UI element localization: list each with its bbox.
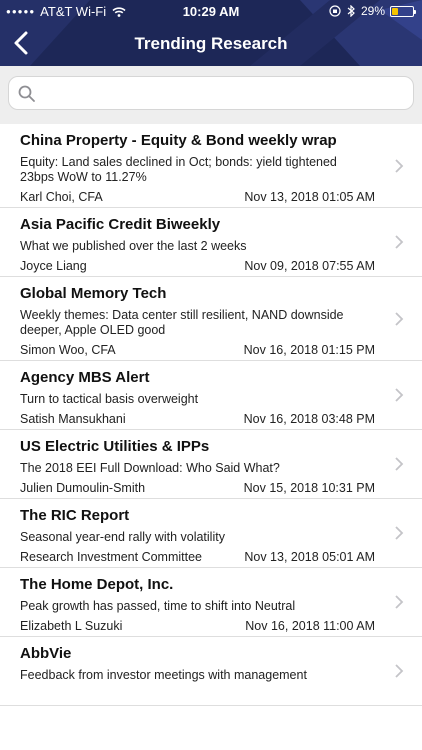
search-bar — [0, 66, 422, 124]
item-date: Nov 09, 2018 07:55 AM — [244, 259, 375, 273]
item-meta: Karl Choi, CFA Nov 13, 2018 01:05 AM — [20, 190, 422, 207]
item-author: Julien Dumoulin-Smith — [20, 481, 146, 495]
item-meta — [20, 688, 422, 705]
list-item[interactable]: AbbVie Feedback from investor meetings wi… — [0, 637, 422, 706]
item-title: Global Memory Tech — [20, 285, 167, 302]
orientation-lock-icon — [329, 5, 341, 17]
list-item[interactable]: Asia Pacific Credit Biweekly What we publ… — [0, 208, 422, 277]
chevron-right-icon — [395, 457, 404, 471]
item-title: Agency MBS Alert — [20, 369, 150, 386]
item-date: Nov 16, 2018 03:48 PM — [243, 412, 375, 426]
item-title: AbbVie — [20, 645, 72, 662]
item-author: Research Investment Committee — [20, 550, 203, 564]
item-description: Weekly themes: Data center still resilie… — [20, 308, 344, 337]
item-description: Seasonal year-end rally with volatility — [20, 530, 225, 544]
research-list: China Property - Equity & Bond weekly wr… — [0, 124, 422, 706]
header: ●●●●● AT&T Wi-Fi 10:29 AM 29% Trending R… — [0, 0, 422, 66]
list-item[interactable]: Agency MBS Alert Turn to tactical basis o… — [0, 361, 422, 430]
item-title: The RIC Report — [20, 507, 130, 524]
item-meta: Joyce Liang Nov 09, 2018 07:55 AM — [20, 259, 422, 276]
item-meta: Julien Dumoulin-Smith Nov 15, 2018 10:31 … — [20, 481, 422, 498]
item-author: Elizabeth L Suzuki — [20, 619, 123, 633]
list-item[interactable]: China Property - Equity & Bond weekly wr… — [0, 124, 422, 208]
battery-level — [392, 7, 398, 15]
item-description: Feedback from investor meetings with man… — [20, 668, 307, 682]
bluetooth-icon — [347, 5, 355, 17]
item-meta: Research Investment Committee Nov 13, 201… — [20, 550, 422, 567]
status-bar: ●●●●● AT&T Wi-Fi 10:29 AM 29% — [0, 0, 422, 22]
item-date: Nov 16, 2018 11:00 AM — [245, 619, 375, 633]
item-author: Karl Choi, CFA — [20, 190, 103, 204]
item-date: Nov 15, 2018 10:31 PM — [243, 481, 375, 495]
item-title: US Electric Utilities & IPPs — [20, 438, 210, 455]
item-description: Equity: Land sales declined in Oct; bond… — [20, 155, 337, 184]
item-description: Turn to tactical basis overweight — [20, 392, 199, 406]
item-description: The 2018 EEI Full Download: Who Said Wha… — [20, 461, 280, 475]
item-description: Peak growth has passed, time to shift in… — [20, 599, 296, 613]
search-field[interactable] — [8, 76, 414, 111]
list-item[interactable]: US Electric Utilities & IPPs The 2018 EEI… — [0, 430, 422, 499]
search-input[interactable] — [43, 77, 403, 111]
chevron-right-icon — [395, 388, 404, 402]
item-meta: Elizabeth L Suzuki Nov 16, 2018 11:00 AM — [20, 619, 422, 636]
item-author: Satish Mansukhani — [20, 412, 126, 426]
item-author: Joyce Liang — [20, 259, 87, 273]
item-description: What we published over the last 2 weeks — [20, 239, 247, 253]
chevron-right-icon — [395, 526, 404, 540]
item-title: The Home Depot, Inc. — [20, 576, 174, 593]
search-icon — [18, 85, 35, 102]
item-meta: Satish Mansukhani Nov 16, 2018 03:48 PM — [20, 412, 422, 429]
battery-icon — [390, 5, 416, 17]
item-date: Nov 13, 2018 05:01 AM — [244, 550, 375, 564]
item-date: Nov 16, 2018 01:15 PM — [243, 343, 375, 357]
chevron-right-icon — [395, 158, 404, 173]
navigation-bar: Trending Research — [0, 22, 422, 66]
chevron-right-icon — [395, 664, 404, 678]
item-title: Asia Pacific Credit Biweekly — [20, 216, 221, 233]
chevron-right-icon — [395, 595, 404, 609]
item-title: China Property - Equity & Bond weekly wr… — [20, 132, 337, 149]
item-author: Simon Woo, CFA — [20, 343, 116, 357]
item-meta: Simon Woo, CFA Nov 16, 2018 01:15 PM — [20, 343, 422, 360]
chevron-right-icon — [395, 311, 404, 326]
item-date: Nov 13, 2018 01:05 AM — [244, 190, 375, 204]
list-item[interactable]: The Home Depot, Inc. Peak growth has pass… — [0, 568, 422, 637]
chevron-right-icon — [395, 235, 404, 249]
page-title: Trending Research — [134, 34, 288, 53]
list-item[interactable]: Global Memory Tech Weekly themes: Data ce… — [0, 277, 422, 361]
battery-percent: 29% — [360, 4, 385, 18]
list-item[interactable]: The RIC Report Seasonal year-end rally wi… — [0, 499, 422, 568]
